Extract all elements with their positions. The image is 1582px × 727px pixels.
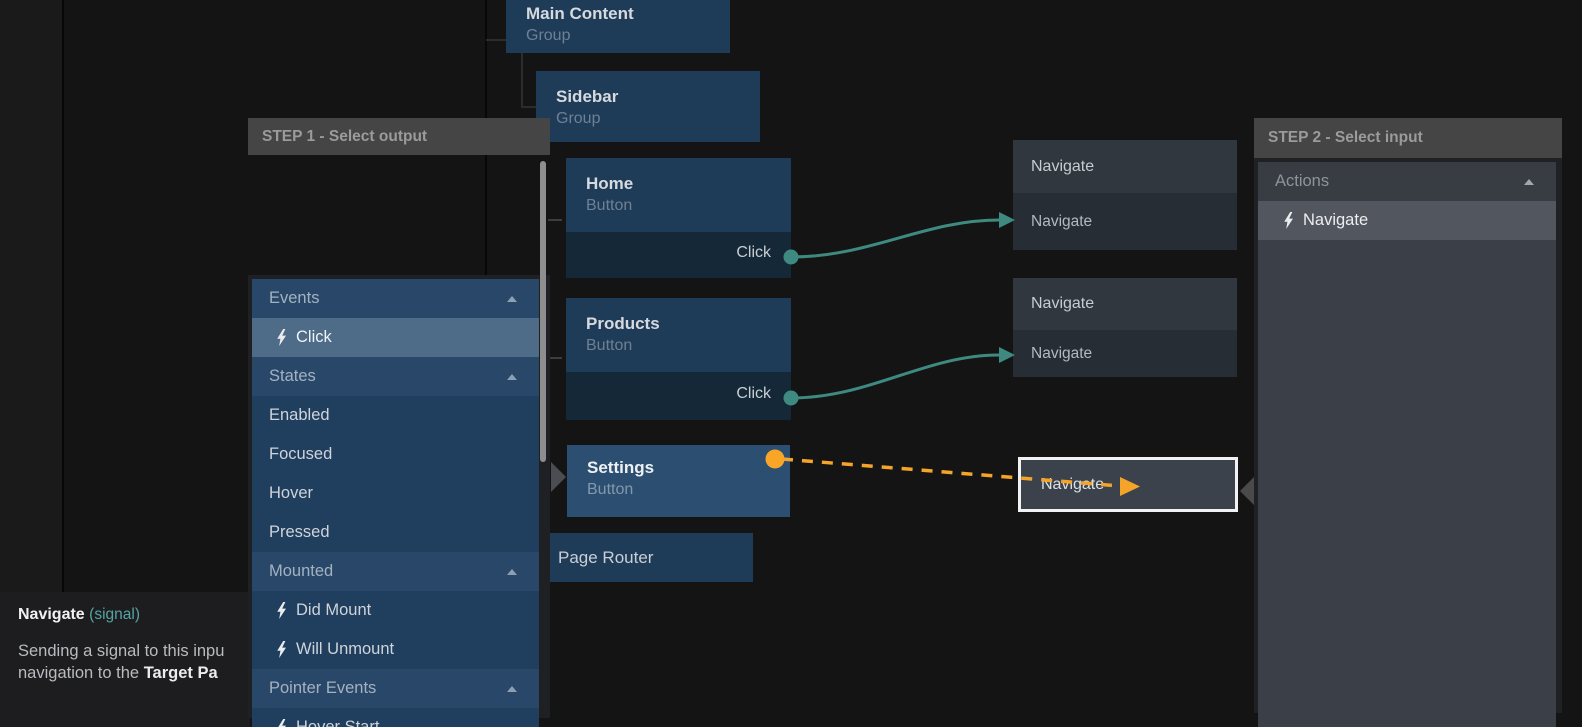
tooltip-line-2: navigation to the Target Pa	[18, 662, 250, 684]
input-port-label-navigate[interactable]: Navigate	[1013, 193, 1237, 250]
signal-bolt-icon	[276, 329, 287, 346]
tooltip-bold-text: Target Pa	[144, 664, 218, 682]
step2-anchor-arrow-icon	[1240, 477, 1254, 505]
collapse-caret-icon[interactable]	[507, 686, 517, 692]
step2-select-input-panel: STEP 2 - Select input Actions Navigate	[1254, 118, 1562, 713]
canvas-divider-line	[62, 0, 64, 592]
option-enabled[interactable]: Enabled	[252, 396, 539, 435]
tree-stub-products	[548, 357, 562, 359]
signal-bolt-icon	[276, 641, 287, 658]
node-navigate-3-highlighted[interactable]: Navigate	[1018, 457, 1238, 512]
section-mounted[interactable]: Mounted	[252, 552, 539, 591]
step2-panel-header: STEP 2 - Select input	[1254, 118, 1562, 158]
node-title: Navigate	[1041, 476, 1104, 494]
option-hover[interactable]: Hover	[252, 474, 539, 513]
option-click-selected[interactable]: Click	[252, 318, 539, 357]
tree-stub-home	[548, 219, 562, 221]
tree-stub-main-content	[486, 39, 506, 41]
node-title: Main Content	[526, 2, 730, 25]
step2-panel-frame: Actions Navigate	[1254, 158, 1562, 713]
output-port-strip: Click	[566, 232, 791, 278]
node-products[interactable]: Products Button Click	[566, 298, 791, 420]
node-subtitle: Button	[587, 479, 790, 500]
section-events[interactable]: Events	[252, 279, 539, 318]
node-subtitle: Group	[526, 25, 730, 46]
node-title: Navigate	[1013, 140, 1237, 193]
node-navigate-2[interactable]: Navigate Navigate	[1013, 278, 1237, 377]
signal-bolt-icon	[276, 719, 287, 727]
step1-panel-frame: Events Click States Enabled Focused Hove…	[248, 275, 550, 718]
option-navigate-selected[interactable]: Navigate	[1258, 201, 1556, 240]
node-settings-selected[interactable]: Settings Button	[567, 445, 790, 517]
node-page-router[interactable]: Page Router	[540, 533, 753, 582]
node-title: Settings	[587, 456, 790, 479]
step1-anchor-arrow-icon	[551, 462, 566, 492]
tooltip-line-1: Sending a signal to this inpu	[18, 640, 250, 662]
option-will-unmount[interactable]: Will Unmount	[252, 630, 539, 669]
option-focused[interactable]: Focused	[252, 435, 539, 474]
option-hover-start[interactable]: Hover Start	[252, 708, 539, 727]
node-main-content[interactable]: Main Content Group	[506, 0, 730, 53]
option-pressed[interactable]: Pressed	[252, 513, 539, 552]
signal-bolt-icon	[276, 602, 287, 619]
node-title: Home	[586, 172, 791, 195]
step1-scrollbar-thumb[interactable]	[540, 161, 546, 462]
node-title: Sidebar	[556, 85, 760, 108]
tree-line-sidebar	[521, 53, 523, 108]
output-port-label-click[interactable]: Click	[736, 244, 771, 262]
output-port-label-click[interactable]: Click	[736, 385, 771, 403]
output-port-strip: Click	[566, 372, 791, 420]
tree-stub-sidebar	[521, 106, 536, 108]
collapse-caret-icon[interactable]	[1524, 179, 1534, 185]
node-subtitle: Button	[586, 335, 791, 356]
wire-products-click-to-navigate	[791, 355, 999, 398]
node-subtitle: Group	[556, 108, 760, 129]
node-title: Page Router	[558, 548, 653, 568]
step1-panel-header: STEP 1 - Select output	[248, 118, 550, 155]
option-did-mount[interactable]: Did Mount	[252, 591, 539, 630]
tooltip-signal-type: (signal)	[89, 606, 140, 623]
node-home[interactable]: Home Button Click	[566, 158, 791, 278]
collapse-caret-icon[interactable]	[507, 569, 517, 575]
collapse-caret-icon[interactable]	[507, 374, 517, 380]
port-tooltip: Navigate (signal) Sending a signal to th…	[0, 592, 250, 727]
node-sidebar[interactable]: Sidebar Group	[536, 71, 760, 142]
node-title: Products	[586, 312, 791, 335]
section-states[interactable]: States	[252, 357, 539, 396]
step1-select-output-panel: STEP 1 - Select output Events Click Stat…	[248, 118, 550, 718]
section-actions[interactable]: Actions	[1258, 162, 1556, 201]
collapse-caret-icon[interactable]	[507, 296, 517, 302]
input-port-label-navigate[interactable]: Navigate	[1013, 330, 1237, 377]
tooltip-title: Navigate	[18, 606, 85, 623]
node-graph-canvas[interactable]: Main Content Group Sidebar Group Home Bu…	[0, 0, 1582, 727]
node-title: Navigate	[1013, 278, 1237, 330]
wire-home-click-to-navigate	[791, 220, 999, 257]
signal-bolt-icon	[1283, 212, 1294, 229]
list-filler	[1258, 240, 1556, 727]
section-pointer-events[interactable]: Pointer Events	[252, 669, 539, 708]
node-subtitle: Button	[586, 195, 791, 216]
node-navigate-1[interactable]: Navigate Navigate	[1013, 140, 1237, 250]
